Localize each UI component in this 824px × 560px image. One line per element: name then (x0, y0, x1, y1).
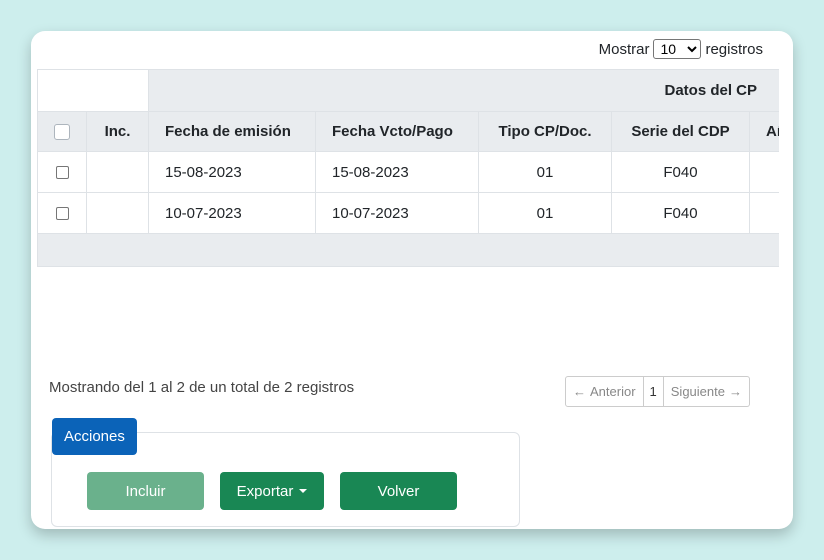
fecha-emision-cell: 10-07-2023 (148, 192, 316, 234)
col-serie[interactable]: Serie del CDP (611, 111, 750, 152)
select-all-checkbox[interactable] (54, 124, 70, 141)
anio-cell (748, 192, 779, 234)
col-tipo[interactable]: Tipo CP/Doc. (478, 111, 612, 152)
table-footer-row (37, 233, 779, 267)
table-scroll-container[interactable]: Datos del CP Inc. Fecha de emisión Fecha… (37, 69, 779, 267)
length-suffix: registros (705, 40, 763, 58)
pagination: ← Anterior 1 Siguiente → (565, 376, 750, 407)
caret-down-icon (299, 489, 308, 493)
row-checkbox[interactable] (55, 166, 69, 180)
group-header-datos-cp: Datos del CP (147, 69, 779, 112)
tipo-cell: 01 (478, 151, 612, 193)
col-inc[interactable]: Inc. (86, 111, 149, 152)
volver-button[interactable]: Volver (340, 472, 457, 510)
pagination-prev-label: Anterior (590, 384, 636, 399)
serie-cell: F040 (611, 151, 750, 193)
row-checkbox-cell (37, 151, 87, 193)
table-footer-cell (37, 233, 779, 267)
table-row: 10-07-2023 10-07-2023 01 F040 (37, 192, 779, 234)
volver-label: Volver (377, 482, 420, 500)
col-fecha-vcto[interactable]: Fecha Vcto/Pago (315, 111, 479, 152)
row-checkbox[interactable] (55, 207, 69, 221)
arrow-right-icon: → (724, 384, 742, 399)
group-header-empty (37, 69, 149, 112)
incluir-label: Incluir (125, 482, 166, 500)
exportar-label: Exportar (236, 482, 294, 500)
serie-cell: F040 (611, 192, 750, 234)
pagination-page-1[interactable]: 1 (643, 376, 664, 407)
pagination-next-label: Siguiente (670, 384, 725, 399)
records-table: Datos del CP Inc. Fecha de emisión Fecha… (37, 69, 779, 267)
exportar-dropdown-button[interactable]: Exportar (220, 472, 324, 510)
anio-cell (748, 151, 779, 193)
length-prefix: Mostrar (598, 40, 650, 58)
fecha-vcto-cell: 15-08-2023 (315, 151, 479, 193)
actions-title: Acciones (52, 418, 137, 455)
col-fecha-emision[interactable]: Fecha de emisión (148, 111, 316, 152)
tipo-cell: 01 (478, 192, 612, 234)
length-select[interactable]: 10 (653, 39, 702, 59)
col-anio[interactable]: Año (748, 111, 779, 152)
arrow-left-icon: ← (573, 384, 590, 399)
select-all-cell (37, 111, 87, 152)
pagination-next[interactable]: Siguiente → (663, 376, 750, 407)
length-menu: Mostrar 10 registros (599, 39, 763, 59)
incluir-button[interactable]: Incluir (87, 472, 204, 510)
inc-cell (86, 192, 149, 234)
pagination-prev[interactable]: ← Anterior (565, 376, 644, 407)
fecha-emision-cell: 15-08-2023 (148, 151, 316, 193)
table-row: 15-08-2023 15-08-2023 01 F040 (37, 151, 779, 193)
fecha-vcto-cell: 10-07-2023 (315, 192, 479, 234)
main-card: Mostrar 10 registros Datos del CP Inc. F… (31, 31, 793, 529)
inc-cell (86, 151, 149, 193)
table-info: Mostrando del 1 al 2 de un total de 2 re… (49, 379, 355, 396)
row-checkbox-cell (37, 192, 87, 234)
